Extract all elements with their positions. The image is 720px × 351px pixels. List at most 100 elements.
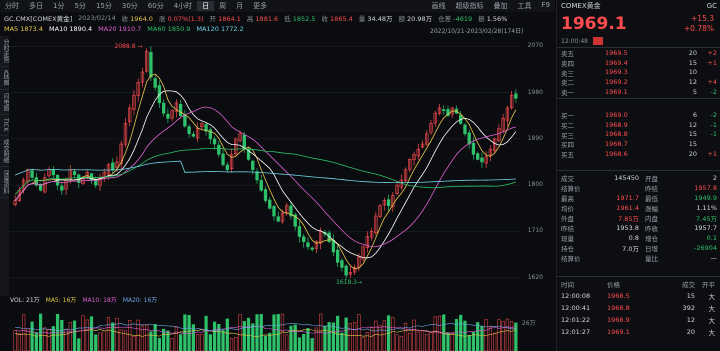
volume-bar bbox=[480, 325, 484, 351]
level-price: 1968.9 bbox=[605, 120, 628, 129]
stat-value: -26904 bbox=[693, 244, 717, 252]
trade-row[interactable]: 12:00:41 1968.8 392 大 bbox=[557, 302, 720, 314]
candle-body bbox=[272, 206, 276, 217]
stat-key: 昨结 bbox=[645, 185, 658, 193]
candle bbox=[310, 246, 314, 252]
trade-time: 12:00:41 bbox=[561, 304, 591, 312]
view-button-4[interactable]: 成交明细 bbox=[0, 136, 9, 167]
trade-volume: 15 bbox=[686, 292, 695, 300]
stat-key: 昨结 bbox=[561, 225, 574, 233]
quote-panel: COMEX黄金 GC 1969.1 +15.3 +0.78% 12:00:48 … bbox=[556, 0, 720, 351]
volume-bar bbox=[382, 320, 386, 351]
tool-tab-3[interactable]: 工具 bbox=[513, 1, 537, 11]
volume-bar bbox=[208, 334, 212, 351]
orderbook-row[interactable]: 买一 1969.0 6 -2 bbox=[557, 110, 720, 120]
trade-flag: 大 bbox=[708, 317, 716, 325]
stat-value: — bbox=[710, 254, 718, 262]
stat-key: 最低 bbox=[645, 195, 658, 203]
candle-body bbox=[153, 78, 157, 88]
instrument-name: COMEX黄金 bbox=[561, 2, 601, 10]
orderbook-row[interactable]: 卖三 1969.3 10 bbox=[557, 68, 720, 77]
volume-bar bbox=[68, 322, 72, 351]
level-change: +2 bbox=[707, 48, 717, 57]
tab-1[interactable]: 多日 bbox=[24, 1, 48, 11]
info-item: 开 1864.1 bbox=[210, 13, 241, 23]
tab-11[interactable]: 更多 bbox=[248, 1, 272, 11]
stat-value: 1971.7 bbox=[616, 194, 639, 202]
tab-8[interactable]: 日 bbox=[197, 1, 215, 11]
candle bbox=[365, 231, 370, 253]
candle bbox=[514, 89, 518, 103]
candle bbox=[276, 211, 280, 223]
candle bbox=[128, 104, 132, 127]
tool-tab-4[interactable]: F9 bbox=[537, 1, 555, 11]
volume-bar bbox=[217, 324, 221, 351]
candle-body bbox=[276, 216, 280, 222]
price-chart[interactable]: 2088.8 → 1618.3→ bbox=[10, 36, 520, 288]
volume-bar bbox=[293, 324, 297, 351]
trade-flag: 大 bbox=[708, 305, 716, 313]
view-button-1[interactable]: K线图 bbox=[0, 67, 9, 90]
info-value: 1864.1 bbox=[216, 15, 241, 23]
volume-bar bbox=[242, 321, 246, 351]
volume-bar bbox=[166, 330, 170, 351]
tool-tab-1[interactable]: 超级指标 bbox=[451, 1, 489, 11]
candle-body bbox=[183, 114, 187, 127]
view-button-2[interactable]: 闪电图 bbox=[0, 90, 9, 115]
volume-bar bbox=[157, 338, 162, 351]
stat-key: 外盘 bbox=[561, 215, 574, 223]
level-change: -1 bbox=[710, 130, 717, 139]
range-label: 2022/10/21-2023/02/28(174日) bbox=[430, 28, 524, 35]
orderbook-row[interactable]: 卖一 1969.1 5 -2 bbox=[557, 87, 720, 97]
tab-5[interactable]: 30分 bbox=[117, 1, 143, 11]
candle bbox=[463, 123, 467, 137]
tab-9[interactable]: 周 bbox=[214, 1, 231, 11]
volume-bar bbox=[433, 316, 437, 351]
orderbook-row[interactable]: 卖四 1969.4 15 +1 bbox=[557, 58, 720, 68]
trade-row[interactable]: 12:01:27 1969.1 20 大 bbox=[557, 326, 720, 338]
trade-row[interactable]: 12:01:22 1968.9 12 大 bbox=[557, 314, 720, 326]
orderbook-row[interactable]: 买三 1968.8 15 -1 bbox=[557, 130, 720, 139]
y-tick-label: 1620 bbox=[527, 273, 543, 281]
tab-4[interactable]: 15分 bbox=[91, 1, 117, 11]
volume-chart[interactable] bbox=[10, 296, 520, 351]
left-view-strip: 分时走势 K线图 闪电图 TICK 成交明细 深度资料 bbox=[0, 36, 9, 296]
volume-bar bbox=[297, 337, 302, 351]
trades-list[interactable]: 12:00:08 1968.5 15 大 12:00:41 1968.8 392 大 12:01… bbox=[557, 290, 720, 338]
tool-tab-0[interactable]: 画线 bbox=[427, 1, 451, 11]
tab-0[interactable]: 分时 bbox=[0, 1, 24, 11]
ma-value: 1910.7 bbox=[116, 25, 142, 33]
candle bbox=[13, 195, 17, 207]
orderbook-row[interactable]: 买二 1968.9 12 -1 bbox=[557, 120, 720, 130]
orderbook-row[interactable]: 买四 1968.7 15 bbox=[557, 139, 720, 149]
bid-book: 买一 1969.0 6 -2 买二 1968.9 12 -1 买三 1968.8 15 -1 买四 196… bbox=[557, 110, 720, 159]
ma5-line bbox=[14, 73, 517, 270]
view-button-0[interactable]: 分时走势 bbox=[0, 36, 9, 67]
candle bbox=[408, 158, 412, 173]
volume-bar bbox=[374, 320, 378, 351]
stat-key: 现量 bbox=[561, 235, 574, 243]
view-button-5[interactable]: 深度资料 bbox=[0, 167, 9, 198]
trade-row[interactable]: 12:00:08 1968.5 15 大 bbox=[557, 290, 720, 302]
candle bbox=[30, 168, 34, 180]
orderbook-row[interactable]: 买五 1968.6 20 +1 bbox=[557, 149, 720, 159]
tab-2[interactable]: 1分 bbox=[48, 1, 69, 11]
candle bbox=[399, 174, 403, 190]
ma-item: MA20 1910.7 bbox=[98, 25, 141, 33]
trade-volume: 20 bbox=[686, 328, 695, 336]
volume-bar bbox=[446, 332, 450, 351]
stat-value: 7.85万 bbox=[618, 215, 639, 223]
tool-tab-2[interactable]: 叠加 bbox=[489, 1, 513, 11]
tab-3[interactable]: 5分 bbox=[69, 1, 90, 11]
tab-10[interactable]: 月 bbox=[231, 1, 248, 11]
orderbook-row[interactable]: 卖二 1969.2 12 +4 bbox=[557, 77, 720, 87]
tab-6[interactable]: 60分 bbox=[143, 1, 169, 11]
candle bbox=[420, 140, 425, 149]
orderbook-row[interactable]: 卖五 1969.5 20 +2 bbox=[557, 48, 720, 58]
trade-flag: 大 bbox=[708, 329, 716, 337]
candle bbox=[183, 110, 187, 128]
divider bbox=[557, 170, 720, 171]
view-button-3[interactable]: TICK bbox=[0, 115, 9, 136]
tab-7[interactable]: 4小时 bbox=[169, 1, 197, 11]
candle-body bbox=[442, 109, 446, 111]
